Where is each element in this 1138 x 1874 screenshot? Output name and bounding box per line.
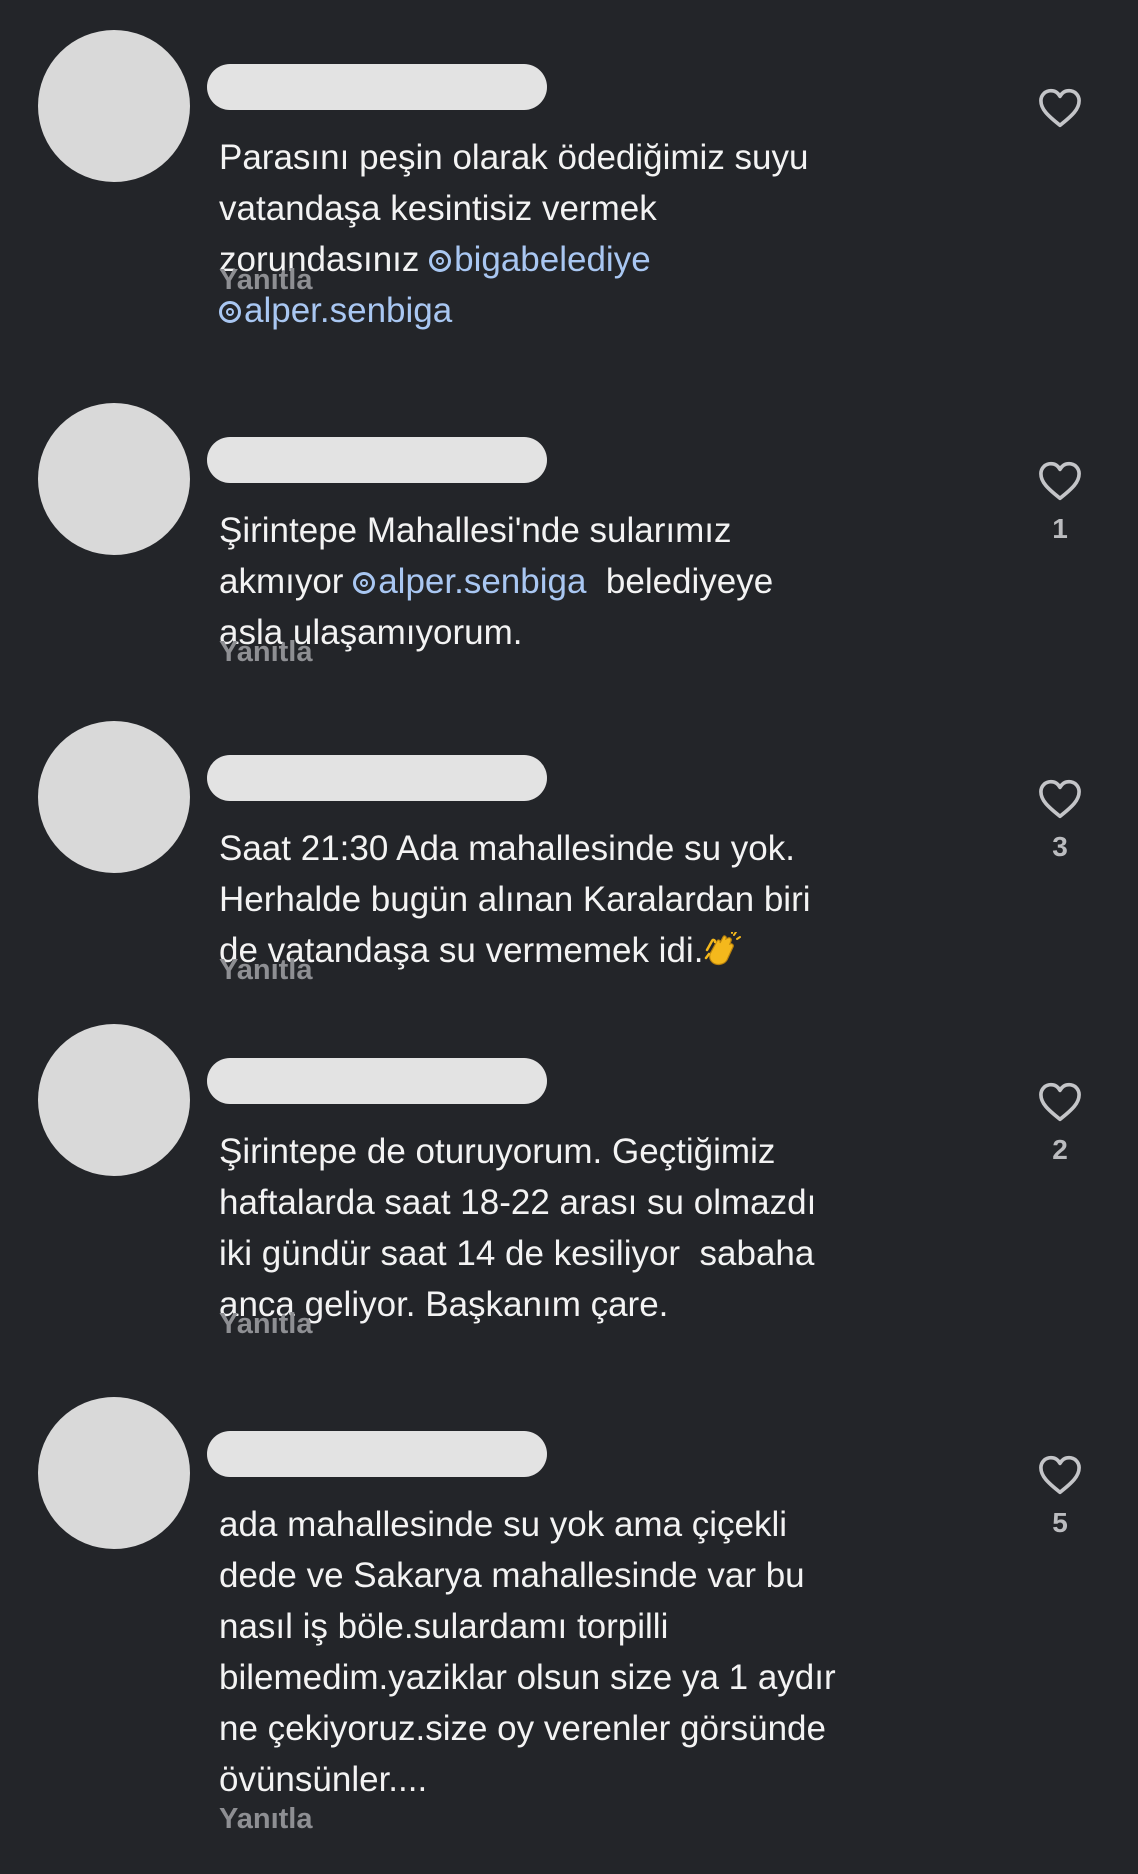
avatar[interactable]: [38, 721, 190, 873]
username-redacted[interactable]: [207, 437, 547, 483]
comment-text: ada mahallesinde su yok ama çiçekli dede…: [219, 1505, 836, 1799]
like-button[interactable]: [1028, 88, 1092, 140]
clapping-hands-emoji: [705, 932, 742, 966]
like-count: 3: [1052, 831, 1068, 862]
comment-text: Şirintepe de oturuyorum. Geçtiğimiz haft…: [219, 1132, 817, 1324]
username-redacted[interactable]: [207, 1431, 547, 1477]
avatar[interactable]: [38, 1024, 190, 1176]
username-redacted[interactable]: [207, 64, 547, 110]
threads-icon: [353, 572, 376, 594]
heart-icon: [1039, 461, 1081, 501]
heart-icon: [1039, 1455, 1081, 1495]
username-redacted[interactable]: [207, 1058, 547, 1104]
reply-button[interactable]: Yanıtla: [219, 1308, 313, 1341]
mention-link[interactable]: bigabelediye: [429, 240, 651, 279]
like-button[interactable]: 2: [1028, 1082, 1092, 1166]
reply-button[interactable]: Yanıtla: [219, 1803, 313, 1836]
heart-icon: [1039, 88, 1081, 128]
like-count: 1: [1052, 513, 1068, 544]
like-button[interactable]: 3: [1028, 779, 1092, 863]
avatar[interactable]: [38, 403, 190, 555]
avatar[interactable]: [38, 30, 190, 182]
like-count: 5: [1052, 1507, 1068, 1538]
reply-button[interactable]: Yanıtla: [219, 954, 313, 987]
reply-button[interactable]: Yanıtla: [219, 264, 313, 297]
avatar[interactable]: [38, 1397, 190, 1549]
heart-icon: [1039, 779, 1081, 819]
comment-text: Şirintepe Mahallesi'nde sularımız akmıyo…: [219, 511, 774, 652]
username-redacted[interactable]: [207, 755, 547, 801]
threads-icon: [429, 250, 452, 272]
comment-text: Saat 21:30 Ada mahallesinde su yok. Herh…: [219, 829, 811, 970]
like-count: 2: [1052, 1134, 1068, 1165]
heart-icon: [1039, 1082, 1081, 1122]
reply-button[interactable]: Yanıtla: [219, 636, 313, 669]
like-button[interactable]: 1: [1028, 461, 1092, 545]
comment-text: Parasını peşin olarak ödediğimiz suyu va…: [219, 138, 809, 330]
like-button[interactable]: 5: [1028, 1455, 1092, 1539]
threads-icon: [219, 301, 241, 323]
mention-link[interactable]: alper.senbiga: [353, 562, 586, 601]
